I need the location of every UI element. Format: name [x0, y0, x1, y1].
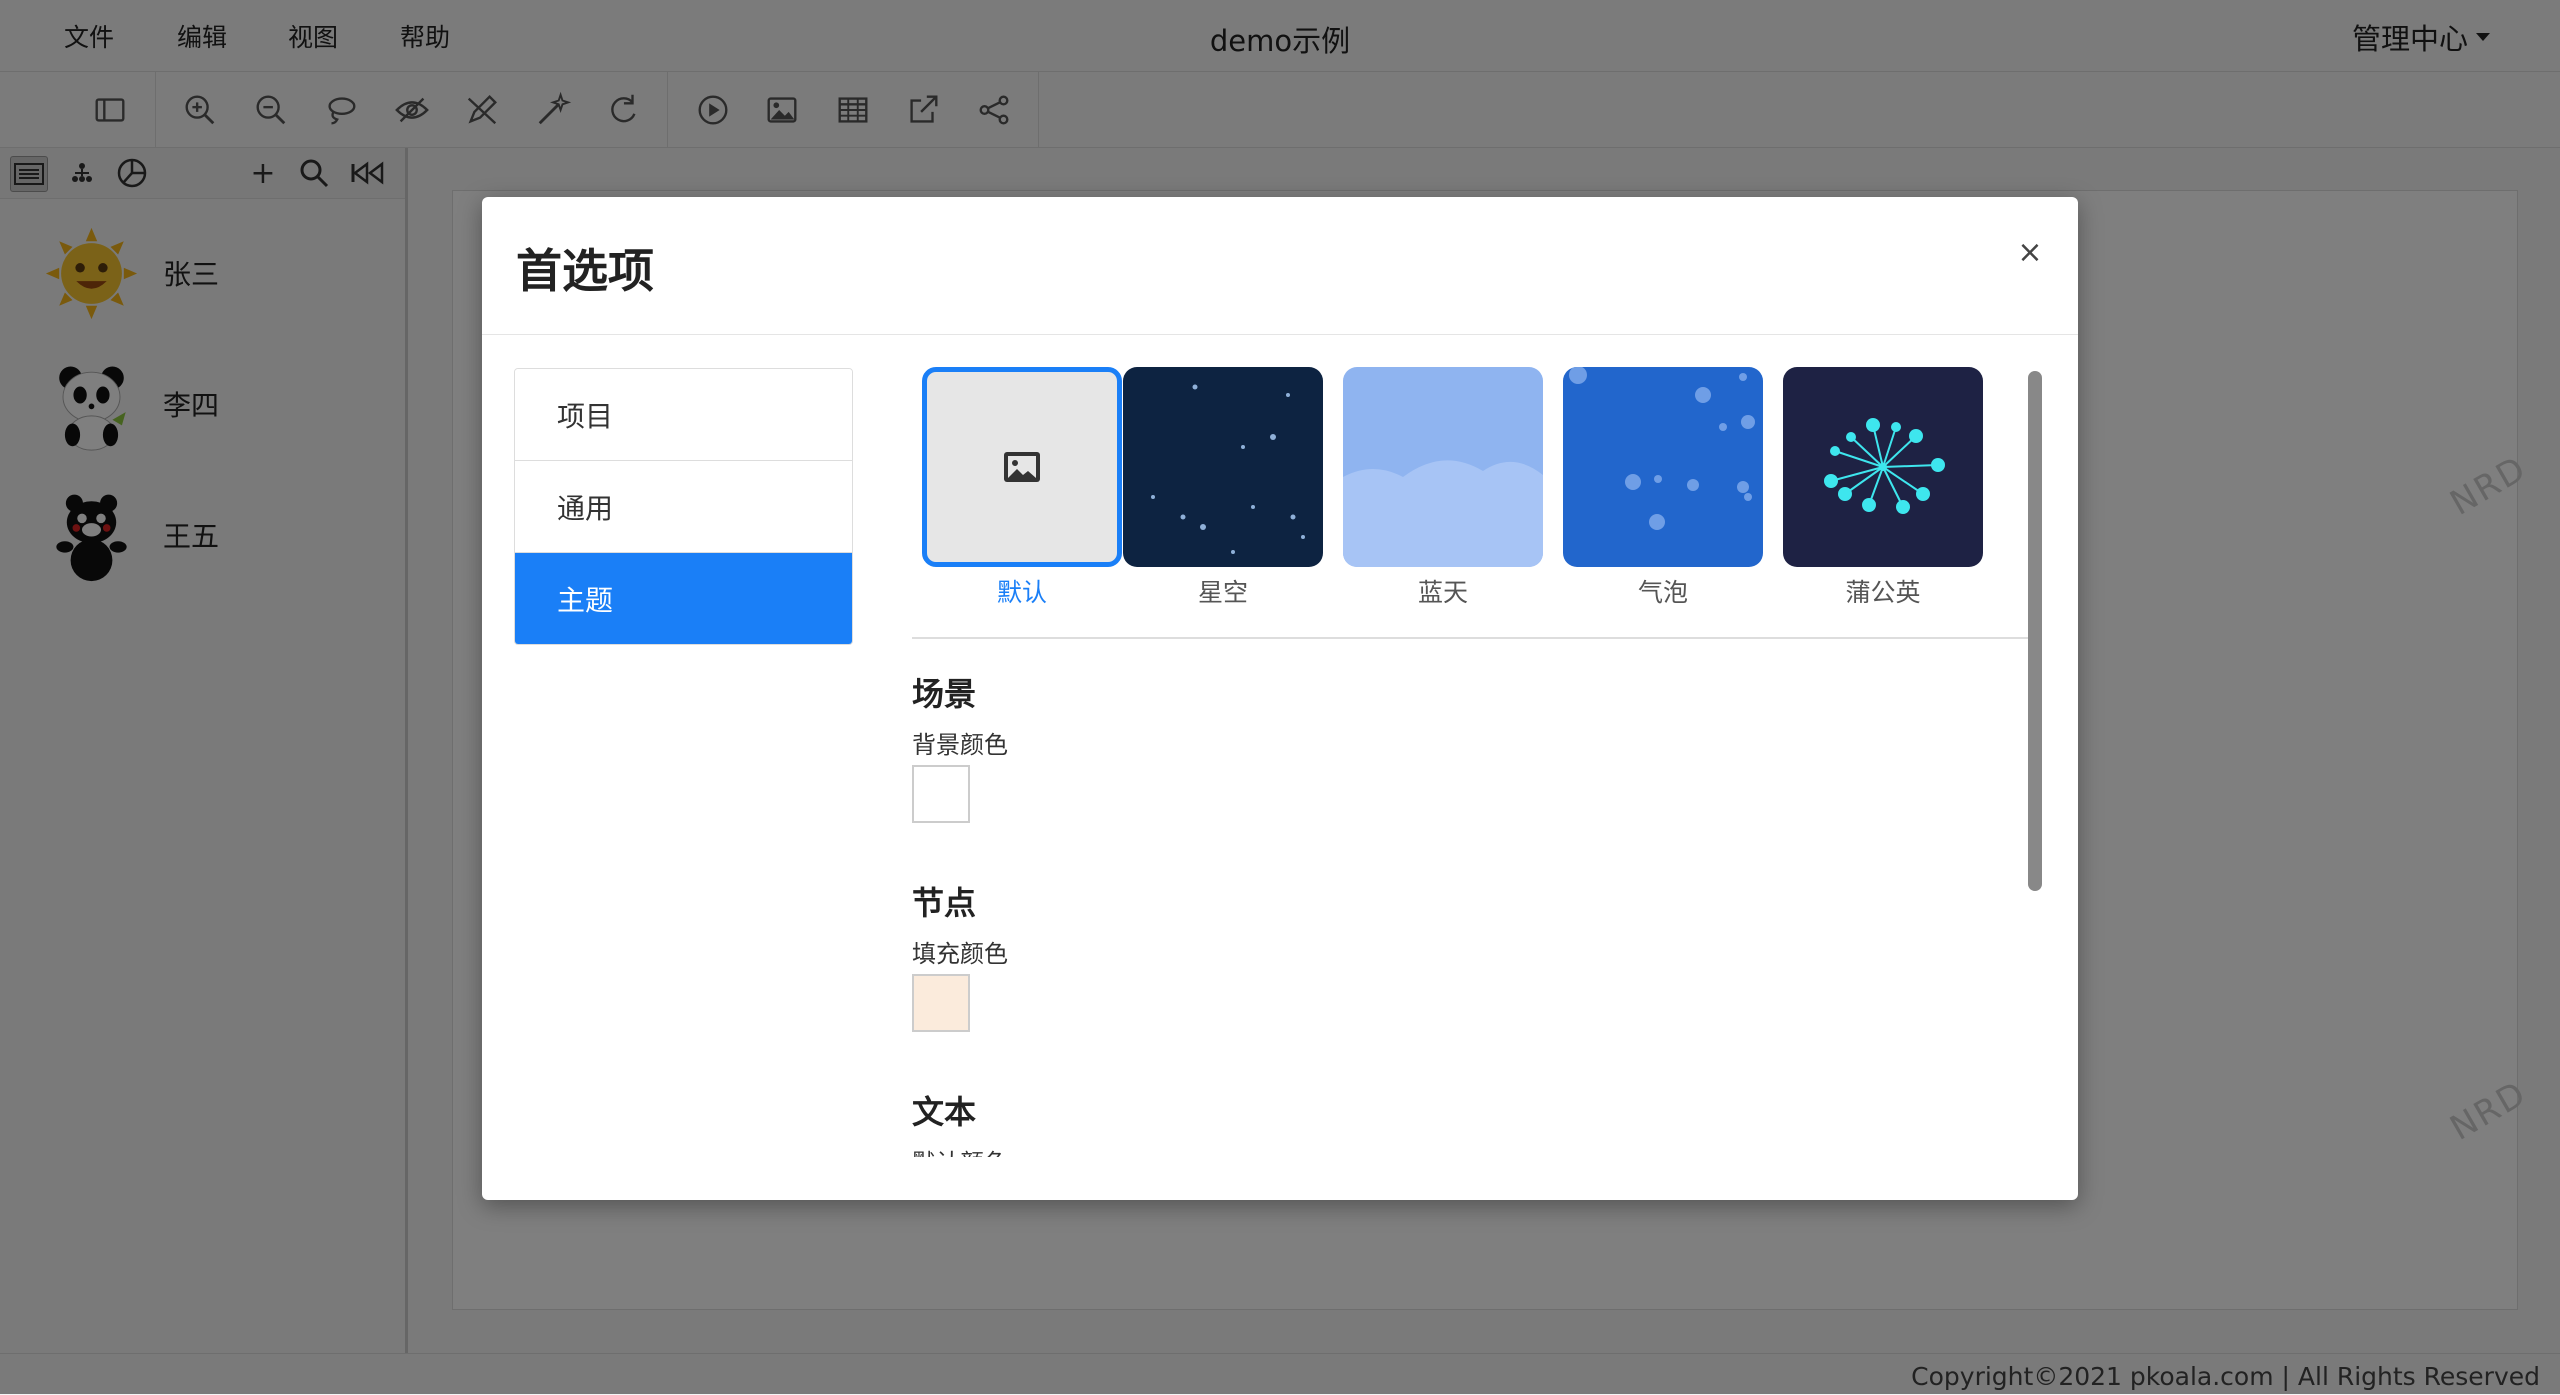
theme-thumbnail [1783, 367, 1983, 567]
theme-sky[interactable]: 蓝天 [1343, 367, 1543, 609]
theme-bubble[interactable]: 气泡 [1563, 367, 1763, 609]
theme-thumbnail [1343, 367, 1543, 567]
image-placeholder-icon [1004, 452, 1040, 482]
section-title-scene: 场景 [912, 675, 977, 713]
close-icon[interactable]: × [2010, 233, 2050, 273]
fill-color-picker[interactable] [912, 974, 970, 1032]
theme-dandelion[interactable]: 蒲公英 [1783, 367, 1983, 609]
theme-label: 星空 [1197, 578, 1248, 607]
preferences-nav: 项目 通用 主题 [514, 368, 853, 645]
field-label-fill-color: 填充颜色 [912, 940, 1008, 968]
theme-label: 气泡 [1637, 578, 1688, 607]
theme-label: 默认 [996, 578, 1047, 607]
theme-thumbnail [1123, 367, 1323, 567]
starry-pattern [1151, 384, 1305, 554]
dandelion-pattern [1824, 418, 1945, 514]
nav-item-general[interactable]: 通用 [515, 461, 852, 553]
theme-label: 蓝天 [1417, 578, 1468, 607]
background-color-picker[interactable] [912, 765, 970, 823]
theme-thumbnail [1563, 367, 1763, 567]
sky-pattern [1343, 460, 1543, 567]
section-title-node: 节点 [912, 884, 977, 922]
section-title-text: 文本 [912, 1093, 977, 1131]
preferences-dialog: 首选项 × 项目 通用 主题 默认 星空 蓝天 气泡 蒲公英 场景 背景颜色 节… [482, 197, 2078, 1200]
scrollbar-thumb[interactable] [2028, 371, 2042, 891]
theme-label: 蒲公英 [1845, 578, 1921, 607]
theme-starry[interactable]: 星空 [1123, 367, 1323, 609]
nav-item-project[interactable]: 项目 [515, 369, 852, 461]
theme-settings: 默认 星空 蓝天 气泡 蒲公英 场景 背景颜色 节点 填充颜色 文本 [912, 367, 2042, 1157]
field-label-default-color: 默认颜色 [912, 1143, 1008, 1157]
theme-default[interactable]: 默认 [922, 367, 1122, 609]
nav-item-theme[interactable]: 主题 [515, 553, 852, 644]
dialog-title: 首选项 [516, 244, 654, 298]
field-label-background-color: 背景颜色 [912, 731, 1008, 759]
dialog-header: 首选项 × [482, 197, 2078, 335]
bubble-pattern [1569, 367, 1755, 530]
theme-thumbnail [922, 367, 1122, 567]
theme-gallery: 默认 星空 蓝天 气泡 蒲公英 [912, 367, 2042, 639]
app-root: 文件 编辑 视图 帮助 demo示例 管理中心 [0, 0, 2560, 1395]
